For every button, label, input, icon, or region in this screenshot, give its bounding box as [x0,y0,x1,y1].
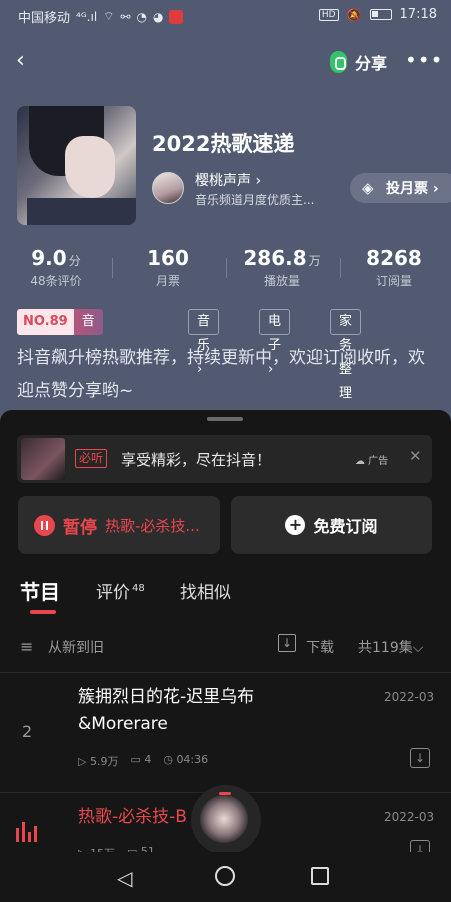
battery-icon [369,9,392,20]
track-number: 2 [22,722,33,741]
nav-back-icon[interactable]: ◁ [117,866,132,890]
stat-plays-value: 286.8 [243,246,307,270]
nav-recents-icon[interactable] [311,867,329,885]
author-avatar[interactable] [152,172,184,204]
track-date: 2022-03 [384,690,435,704]
stat-plays-label: 播放量 [263,274,300,288]
ad-thumbnail [21,438,65,480]
stat-tickets-value: 160 [147,246,189,270]
track-comments: ▭ 4 [130,753,152,766]
track-meta: ▷ 5.9万 ▭ 4 ◷ 04:36 [78,753,208,769]
now-playing-icon [16,822,37,842]
tab-similar[interactable]: 找相似 [180,578,231,603]
rank-chart-label: 音乐 日常榜 › [73,309,103,335]
ad-badge: 必听 [75,449,108,468]
pause-icon [34,514,55,536]
tab-programs[interactable]: 节目 [20,576,60,605]
pause-label: 暂停 [63,517,97,538]
red-app-icon [169,9,184,24]
sheet-drag-handle[interactable] [207,417,243,421]
stat-subs-label: 订阅量 [375,274,412,288]
system-nav-bar: ◁ [0,852,451,902]
player-disc [200,795,248,843]
divider [0,672,451,673]
floating-player[interactable] [191,785,261,855]
stat-subscriptions: 8268 订阅量 [344,246,444,289]
carrier-label: 中国移动 [18,11,71,26]
stats-row: 9.0 分 48条评价 160 月票 286.8 万 播放量 8268 订阅量 [0,246,451,294]
download-icon[interactable]: ↓ [410,748,430,768]
stat-subs-value: 8268 [366,246,422,270]
vote-ticket-button[interactable]: ◈ 投月票 › [350,173,451,203]
sort-order-button[interactable]: 从新到旧 [48,637,104,657]
vote-ticket-label: 投月票 › [386,181,439,197]
plus-icon: + [285,515,306,535]
album-cover[interactable] [17,106,136,225]
wechat-icon: ◕ [153,9,164,24]
stat-rating-value: 9.0 [31,246,67,270]
app-notification-icon: ◔ [136,9,147,24]
wifi-icon: ⌔ [103,9,115,23]
share-button[interactable]: 分享 [330,50,387,74]
stat-rating[interactable]: 9.0 分 48条评价 [6,246,106,289]
stat-plays-unit: 万 [308,254,321,268]
share-icon [330,51,347,73]
chevron-left-icon[interactable]: ‹ [16,50,38,72]
pause-button[interactable]: 暂停 热歌-必杀技... [18,496,220,554]
tab-reviews-label: 评价 [96,583,130,603]
stat-divider [340,258,341,278]
tab-reviews-count: 48 [132,583,145,594]
album-title: 2022热歌速递 [152,132,295,156]
mute-icon: 🔕 [346,7,362,22]
episode-count-dropdown[interactable]: 共119集⌵ [358,637,423,657]
stat-divider [112,258,113,278]
rank-number: NO.89 [17,309,74,335]
status-bar: 中国移动 ⁴ᴳ.ıl ⌔ ⚯ ◔ ◕ HD 🔕 17:18 [0,0,451,30]
track-title: 簇拥烈日的花-迟里乌布&Morerare [78,687,255,734]
stat-divider [226,258,227,278]
download-icon[interactable]: ↓ [278,634,296,652]
ad-label: ☁ 广告 [355,456,389,467]
track-date: 2022-03 [384,810,435,824]
ad-banner[interactable]: 必听 享受精彩，尽在抖音！ ☁ 广告 ✕ [17,435,432,483]
ad-text: 享受精彩，尽在抖音！ [121,451,272,469]
ticket-icon: ◈ [362,179,374,197]
data-saver-icon: ⚯ [120,9,131,24]
close-icon[interactable]: ✕ [409,447,422,465]
subscribe-button[interactable]: + 免费订阅 [231,496,432,554]
share-label: 分享 [355,54,388,73]
author-description: 音乐频道月度优质主... [195,193,315,207]
tab-active-indicator [30,610,56,614]
player-progress [219,792,231,795]
album-description[interactable]: 抖音飙升榜热歌推荐，持续更新中，欢迎订阅收听，欢迎点赞分享哟~ [17,342,437,408]
author-name-link[interactable]: 樱桃声声 › [195,170,261,190]
stat-tickets-label: 月票 [155,274,180,288]
rank-tag[interactable]: NO.89 音乐 日常榜 › [17,309,103,335]
download-button[interactable]: 下载 [306,637,334,657]
track-plays: ▷ 5.9万 [78,755,119,768]
current-track-label: 热歌-必杀技... [105,516,200,535]
tab-reviews[interactable]: 评价 48 [96,578,145,603]
tag-music[interactable]: 音乐 › [188,309,220,377]
stat-rating-unit: 分 [68,254,81,268]
clock: 17:18 [399,7,437,22]
more-dots-icon[interactable]: ••• [405,48,443,72]
nav-bar: ‹ 分享 ••• [0,40,451,84]
tag-electronic[interactable]: 电子 › [259,309,291,377]
stat-monthly-tickets: 160 月票 [118,246,218,289]
nav-home-icon[interactable] [215,866,235,886]
tag-housework[interactable]: 家务整理 › [330,309,362,425]
subscribe-label: 免费订阅 [313,517,378,536]
stat-rating-label: 48条评价 [30,274,82,288]
track-duration: ◷ 04:36 [163,753,209,766]
album-header: 中国移动 ⁴ᴳ.ıl ⌔ ⚯ ◔ ◕ HD 🔕 17:18 ‹ 分享 ••• 2… [0,0,451,440]
sort-icon[interactable]: ≡ [20,637,33,656]
signal-icon: ⁴ᴳ.ıl [76,9,98,24]
sort-bar: ≡ 从新到旧 ↓ 下载 共119集⌵ [0,632,451,662]
stat-plays: 286.8 万 播放量 [232,246,332,289]
hd-icon: HD [318,8,339,21]
track-row[interactable]: 2 簇拥烈日的花-迟里乌布&Morerare 2022-03 ▷ 5.9万 ▭ … [0,682,451,792]
